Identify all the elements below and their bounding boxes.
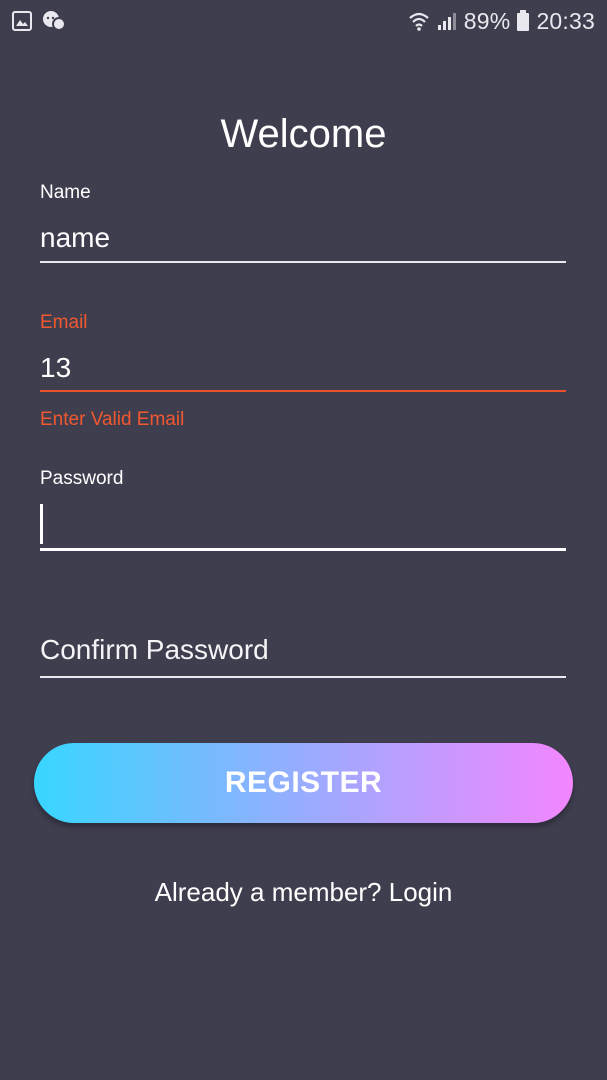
register-button-label: REGISTER — [224, 766, 383, 799]
status-bar: 89% 20:33 — [0, 0, 607, 42]
password-underline — [40, 548, 566, 551]
confirm-password-field[interactable]: Confirm Password — [40, 630, 566, 690]
email-label: Email — [40, 312, 88, 333]
email-underline — [40, 390, 566, 392]
email-field[interactable]: Email 13 Enter Valid Email — [40, 310, 566, 440]
status-time: 20:33 — [536, 7, 595, 34]
signal-icon — [436, 11, 458, 31]
image-icon — [12, 11, 32, 31]
text-cursor — [40, 504, 43, 544]
battery-icon — [516, 10, 530, 32]
password-label: Password — [40, 468, 124, 489]
battery-percentage: 89% — [463, 7, 511, 34]
confirm-password-input[interactable]: Confirm Password — [40, 634, 269, 666]
email-input[interactable]: 13 — [40, 352, 71, 384]
confirm-password-underline — [40, 676, 566, 678]
login-link[interactable]: Already a member? Login — [0, 877, 607, 908]
name-underline — [40, 261, 566, 263]
status-bar-left — [12, 10, 66, 32]
email-error-message: Enter Valid Email — [40, 409, 185, 430]
name-input[interactable]: name — [40, 222, 110, 254]
name-field[interactable]: Name name — [40, 180, 566, 270]
password-field[interactable]: Password — [40, 466, 566, 556]
name-label: Name — [40, 182, 91, 203]
page-title: Welcome — [220, 112, 387, 156]
status-bar-right: 89% 20:33 — [408, 8, 595, 35]
register-button[interactable]: REGISTER — [34, 743, 573, 823]
chat-notification-icon — [42, 10, 66, 32]
wifi-icon — [408, 10, 430, 32]
